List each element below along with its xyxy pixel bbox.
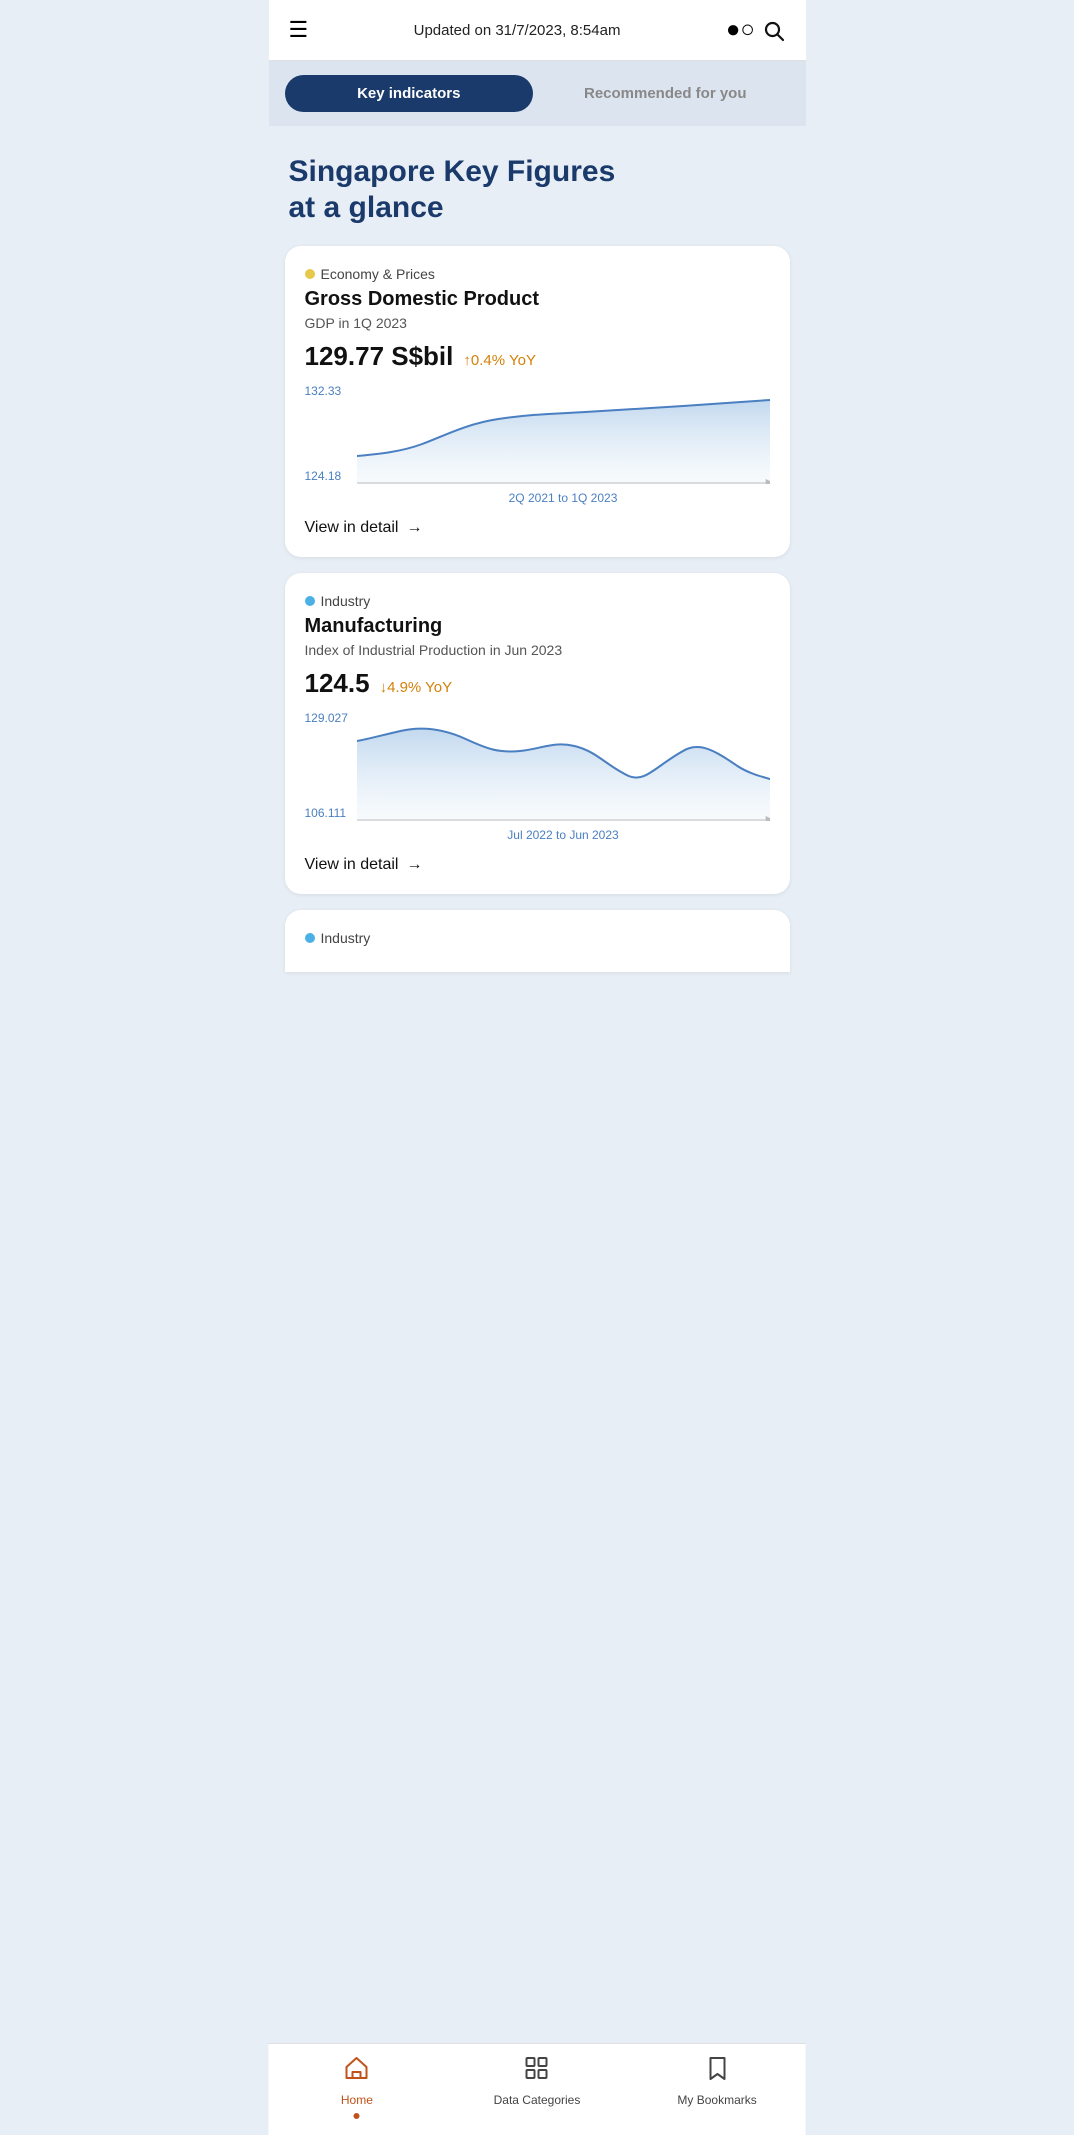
- nav-home-dot: [354, 2113, 360, 2119]
- page-title-section: Singapore Key Figures at a glance: [269, 126, 806, 246]
- manufacturing-category: Industry: [305, 593, 770, 609]
- partial-category-dot: [305, 933, 315, 943]
- manufacturing-title: Manufacturing: [305, 615, 770, 638]
- bookmark-icon: [703, 2054, 731, 2089]
- cards-section: Economy & Prices Gross Domestic Product …: [269, 246, 806, 910]
- manufacturing-subtitle: Index of Industrial Production in Jun 20…: [305, 642, 770, 658]
- tab-key-indicators[interactable]: Key indicators: [285, 75, 534, 112]
- gdp-category: Economy & Prices: [305, 266, 770, 282]
- page-title: Singapore Key Figures at a glance: [289, 154, 786, 226]
- manufacturing-chart-max: 129.027: [305, 711, 348, 725]
- nav-home[interactable]: Home: [317, 2054, 397, 2119]
- gdp-title: Gross Domestic Product: [305, 288, 770, 311]
- gdp-chart-x-label: 2Q 2021 to 1Q 2023: [357, 491, 770, 505]
- manufacturing-chart-x-label: Jul 2022 to Jun 2023: [357, 828, 770, 842]
- manufacturing-chart: 129.027 106.111 Jul: [305, 711, 770, 842]
- partial-category-label: Industry: [321, 930, 371, 946]
- header-title: Updated on 31/7/2023, 8:54am: [414, 22, 621, 39]
- manufacturing-change: ↓4.9% YoY: [380, 679, 453, 696]
- gdp-value: 129.77 S$bil: [305, 341, 454, 372]
- grid-icon: [523, 2054, 551, 2089]
- home-icon: [343, 2054, 371, 2089]
- nav-bookmarks-label: My Bookmarks: [677, 2093, 756, 2107]
- manufacturing-chart-min: 106.111: [305, 806, 348, 820]
- gdp-category-label: Economy & Prices: [321, 266, 435, 282]
- header: ☰ Updated on 31/7/2023, 8:54am ●○: [269, 0, 806, 61]
- nav-my-bookmarks[interactable]: My Bookmarks: [677, 2054, 757, 2119]
- gdp-subtitle: GDP in 1Q 2023: [305, 315, 770, 331]
- nav-data-categories[interactable]: Data Categories: [494, 2054, 581, 2119]
- manufacturing-value: 124.5: [305, 668, 370, 699]
- tab-bar: Key indicators Recommended for you: [269, 61, 806, 126]
- manufacturing-arrow-icon: →: [406, 856, 422, 874]
- nav-home-label: Home: [341, 2093, 373, 2107]
- manufacturing-view-detail[interactable]: View in detail →: [305, 856, 770, 874]
- manufacturing-category-dot: [305, 596, 315, 606]
- bottom-nav: Home Data Categories My Bookmarks: [269, 2043, 806, 2135]
- gdp-category-dot: [305, 269, 315, 279]
- gdp-value-row: 129.77 S$bil ↑0.4% YoY: [305, 341, 770, 372]
- gdp-chart-labels: 132.33 124.18: [305, 384, 342, 483]
- manufacturing-chart-labels: 129.027 106.111: [305, 711, 348, 820]
- gdp-chart-min: 124.18: [305, 469, 342, 483]
- manufacturing-card: Industry Manufacturing Index of Industri…: [285, 573, 790, 894]
- gdp-card: Economy & Prices Gross Domestic Product …: [285, 246, 790, 557]
- gdp-view-detail[interactable]: View in detail →: [305, 519, 770, 537]
- partial-card: Industry: [285, 910, 790, 972]
- manufacturing-value-row: 124.5 ↓4.9% YoY: [305, 668, 770, 699]
- search-icon[interactable]: ●○: [726, 16, 786, 44]
- partial-category: Industry: [305, 930, 770, 946]
- manufacturing-chart-svg: Jul 2022 to Jun 2023: [357, 711, 770, 842]
- manufacturing-category-label: Industry: [321, 593, 371, 609]
- gdp-arrow-icon: →: [406, 519, 422, 537]
- gdp-chart: 132.33 124.18: [305, 384, 770, 505]
- nav-data-categories-label: Data Categories: [494, 2093, 581, 2107]
- tab-recommended[interactable]: Recommended for you: [541, 75, 790, 112]
- menu-icon[interactable]: ☰: [289, 19, 309, 41]
- gdp-change: ↑0.4% YoY: [463, 352, 536, 369]
- gdp-chart-max: 132.33: [305, 384, 342, 398]
- gdp-chart-svg: 2Q 2021 to 1Q 2023: [357, 384, 770, 505]
